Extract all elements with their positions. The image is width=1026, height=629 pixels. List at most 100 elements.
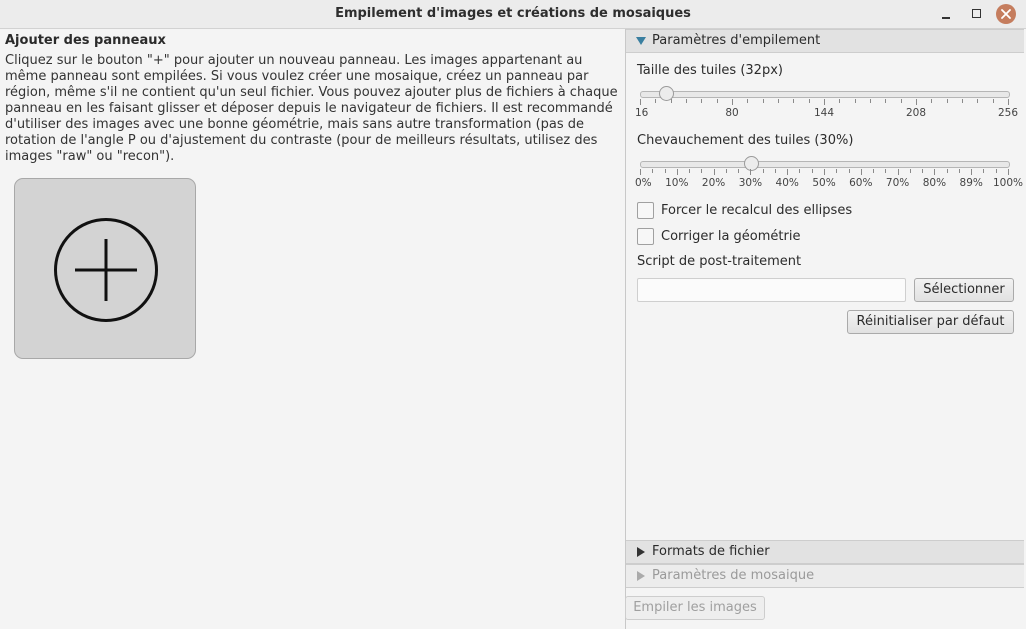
- slider-tick: [774, 169, 776, 173]
- slider-tick: [958, 169, 960, 173]
- slider-tick: [793, 99, 795, 103]
- slider-tick: [971, 169, 973, 175]
- force-ellipse-label: Forcer le recalcul des ellipses: [661, 203, 853, 218]
- tile-size-label: Taille des tuiles (32px): [637, 63, 783, 78]
- slider-tick: [787, 169, 789, 175]
- reset-defaults-button[interactable]: Réinitialiser par défaut: [847, 310, 1014, 334]
- tile-overlap-tick-label: 20%: [701, 177, 726, 189]
- mosaic-settings-header: Paramètres de mosaique: [626, 564, 1024, 588]
- slider-tick: [836, 169, 838, 173]
- tile-overlap-label: Chevauchement des tuiles (30%): [637, 133, 854, 148]
- slider-tick: [725, 169, 727, 173]
- tile-size-tick-label: 256: [997, 107, 1019, 119]
- slider-tick: [824, 169, 825, 175]
- slider-tick: [750, 169, 752, 175]
- slider-tick: [916, 99, 917, 105]
- post-script-input[interactable]: [637, 278, 906, 302]
- tile-overlap-tick-label: 89%: [959, 177, 983, 189]
- fix-geometry-checkbox[interactable]: [637, 228, 654, 245]
- add-panels-heading: Ajouter des panneaux: [5, 33, 166, 48]
- tile-size-tick-label: 16: [635, 107, 649, 119]
- tile-overlap-tick-label: 40%: [775, 177, 799, 189]
- slider-tick: [992, 99, 994, 103]
- slider-tick: [640, 169, 641, 175]
- slider-tick: [676, 169, 678, 175]
- slider-tick: [873, 169, 875, 173]
- slider-tick: [655, 99, 657, 103]
- slider-tick: [778, 99, 779, 103]
- slider-tick: [716, 99, 718, 103]
- stacking-settings-header[interactable]: Paramètres d'empilement: [626, 29, 1024, 53]
- stacking-settings-label: Paramètres d'empilement: [652, 33, 821, 48]
- slider-tick: [652, 169, 654, 173]
- select-script-button[interactable]: Sélectionner: [914, 278, 1014, 302]
- mosaic-settings-label: Paramètres de mosaique: [652, 568, 815, 583]
- slider-tick: [732, 99, 733, 105]
- add-panel-button[interactable]: [14, 178, 196, 359]
- tile-overlap-tick-labels: 0% 10% 20% 30% 40% 50% 60% 70% 80% 89% 1…: [626, 177, 1026, 191]
- collapsed-triangle-icon: [637, 571, 645, 581]
- slider-tick: [713, 169, 715, 175]
- slider-tick: [946, 169, 948, 173]
- tile-overlap-slider[interactable]: [640, 156, 1010, 171]
- window-title: Empilement d'images et créations de mosa…: [335, 6, 691, 21]
- slider-tick: [762, 169, 764, 173]
- help-text: Cliquez sur le bouton "+" pour ajouter u…: [5, 53, 618, 164]
- collapsed-triangle-icon: [637, 547, 645, 557]
- tile-overlap-tick-label: 100%: [992, 177, 1024, 189]
- minimize-icon: [942, 17, 950, 19]
- slider-tick: [762, 99, 764, 103]
- post-script-label: Script de post-traitement: [637, 254, 802, 269]
- tile-overlap-tick-label: 0%: [635, 177, 652, 189]
- tile-overlap-tick-label: 70%: [885, 177, 910, 189]
- slider-tick: [931, 99, 933, 103]
- panels-area: Ajouter des panneaux Cliquez sur le bout…: [0, 29, 624, 629]
- stack-images-button: Empiler les images: [625, 596, 765, 620]
- slider-tick: [983, 169, 985, 173]
- slider-tick: [962, 99, 963, 103]
- slider-tick: [860, 169, 862, 175]
- expanded-triangle-icon: [636, 37, 646, 45]
- force-ellipse-checkbox[interactable]: [637, 202, 654, 219]
- maximize-icon: [972, 9, 981, 18]
- file-formats-header[interactable]: Formats de fichier: [626, 540, 1024, 564]
- title-bar: Empilement d'images et créations de mosa…: [0, 0, 1026, 29]
- tile-size-tick-label: 80: [725, 107, 739, 119]
- tile-overlap-tick-label: 30%: [738, 177, 763, 189]
- tile-size-slider[interactable]: [640, 86, 1010, 101]
- slider-tick: [686, 99, 687, 103]
- slider-tick: [689, 169, 691, 173]
- slider-tick: [1008, 99, 1009, 105]
- close-button[interactable]: [996, 4, 1016, 24]
- tile-size-tick-label: 144: [813, 107, 835, 119]
- settings-pane: Paramètres d'empilement Taille des tuile…: [625, 29, 1026, 629]
- slider-tick: [839, 99, 841, 103]
- tile-overlap-tick-label: 10%: [665, 177, 689, 189]
- slider-tick: [1008, 169, 1009, 175]
- plus-circle-icon: [54, 218, 158, 322]
- slider-tick: [885, 99, 887, 103]
- slider-tick: [738, 169, 740, 173]
- slider-tick: [995, 169, 997, 173]
- slider-tick: [934, 169, 936, 175]
- slider-tick: [811, 169, 813, 173]
- tile-size-tick-labels: 16 80 144 208 256: [626, 107, 1026, 121]
- slider-tick: [747, 99, 749, 103]
- slider-tick: [897, 169, 899, 175]
- slider-tick: [701, 99, 703, 103]
- slider-tick: [640, 99, 641, 105]
- tile-overlap-ticks: [640, 169, 1010, 177]
- slider-tick: [977, 99, 979, 103]
- slider-tick: [799, 169, 801, 173]
- tile-size-tick-label: 208: [905, 107, 927, 119]
- slider-tick: [848, 169, 850, 173]
- maximize-button[interactable]: [966, 4, 986, 24]
- close-icon: [1001, 9, 1011, 19]
- slider-tick: [701, 169, 703, 173]
- slider-tick: [670, 99, 672, 103]
- tile-overlap-tick-label: 60%: [849, 177, 873, 189]
- slider-tick: [870, 99, 871, 103]
- slider-tick: [900, 99, 902, 103]
- minimize-button[interactable]: [936, 4, 956, 24]
- slider-tick: [909, 169, 911, 173]
